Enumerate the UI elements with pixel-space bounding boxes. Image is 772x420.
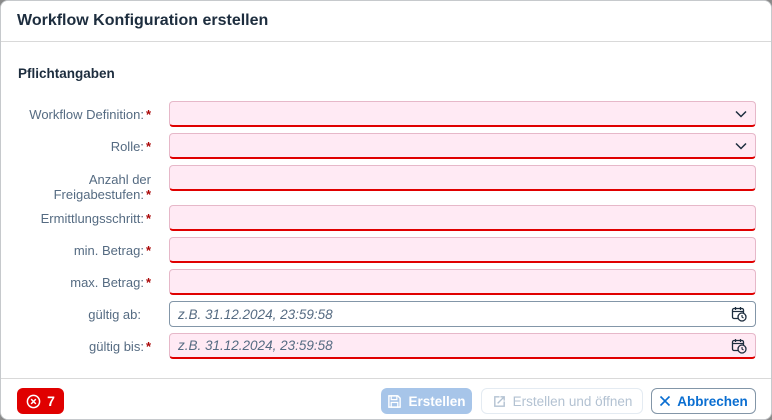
close-icon [660,395,671,407]
gueltig-bis-label: gültig bis: * [89,338,151,354]
calendar-clock-icon[interactable] [731,338,747,354]
cancel-button[interactable]: Abbrechen [651,388,756,414]
ermittlungsschritt-label: Ermittlungsschritt: * [40,210,151,226]
chevron-down-icon[interactable] [735,142,747,150]
rolle-label: Rolle: * [110,138,151,154]
row-workflow-definition: Workflow Definition: * [1,101,771,127]
dialog-header: Workflow Konfiguration erstellen [1,1,771,42]
required-marker: * [145,242,151,258]
row-min-betrag: min. Betrag: * [1,237,771,263]
min-betrag-input[interactable] [169,237,756,263]
create-and-open-button[interactable]: Erstellen und öffnen [481,388,643,414]
open-external-icon [493,395,505,407]
anzahl-freigabestufen-label: Anzahl der Freigabestufen: * [53,172,151,202]
error-count-button[interactable]: 7 [17,388,64,414]
required-marker: * [145,138,151,154]
dialog-content: Pflichtangaben Workflow Definition: * Rol… [1,42,771,379]
dialog-footer: 7 Erstellen Erstellen und öffnen Abbrech… [1,378,771,419]
required-marker: * [145,106,151,122]
max-betrag-input[interactable] [169,269,756,295]
row-ermittlungsschritt: Ermittlungsschritt: * [1,205,771,231]
create-button[interactable]: Erstellen [381,388,472,414]
gueltig-bis-datetime-input[interactable]: z.B. 31.12.2024, 23:59:58 [169,333,756,359]
required-marker: * [145,338,151,354]
save-icon [388,394,402,408]
chevron-down-icon[interactable] [735,110,747,118]
row-rolle: Rolle: * [1,133,771,159]
required-marker: * [145,187,151,202]
max-betrag-label: max. Betrag: * [70,274,151,290]
gueltig-ab-label: gültig ab: [88,306,141,322]
required-marker: * [145,274,151,290]
error-circle-icon [26,394,41,408]
row-anzahl-freigabestufen: Anzahl der Freigabestufen: * [1,165,771,202]
section-title: Pflichtangaben [18,66,115,81]
create-workflow-config-dialog: Workflow Konfiguration erstellen Pflicht… [0,0,772,420]
calendar-clock-icon[interactable] [731,306,747,322]
dialog-title: Workflow Konfiguration erstellen [17,12,269,29]
gueltig-bis-placeholder: z.B. 31.12.2024, 23:59:58 [178,338,333,353]
row-gueltig-bis: gültig bis: * z.B. 31.12.2024, 23:59:58 [1,333,771,359]
gueltig-ab-placeholder: z.B. 31.12.2024, 23:59:58 [178,306,333,322]
min-betrag-label: min. Betrag: * [73,242,151,258]
workflow-definition-label: Workflow Definition: * [29,106,151,122]
workflow-definition-select[interactable] [169,101,756,127]
required-marker: * [145,210,151,226]
gueltig-ab-datetime-input[interactable]: z.B. 31.12.2024, 23:59:58 [169,301,756,327]
rolle-select[interactable] [169,133,756,159]
error-count: 7 [47,393,55,409]
anzahl-freigabestufen-input[interactable] [169,165,756,191]
row-gueltig-ab: gültig ab: z.B. 31.12.2024, 23:59:58 [1,301,771,327]
ermittlungsschritt-input[interactable] [169,205,756,231]
row-max-betrag: max. Betrag: * [1,269,771,295]
